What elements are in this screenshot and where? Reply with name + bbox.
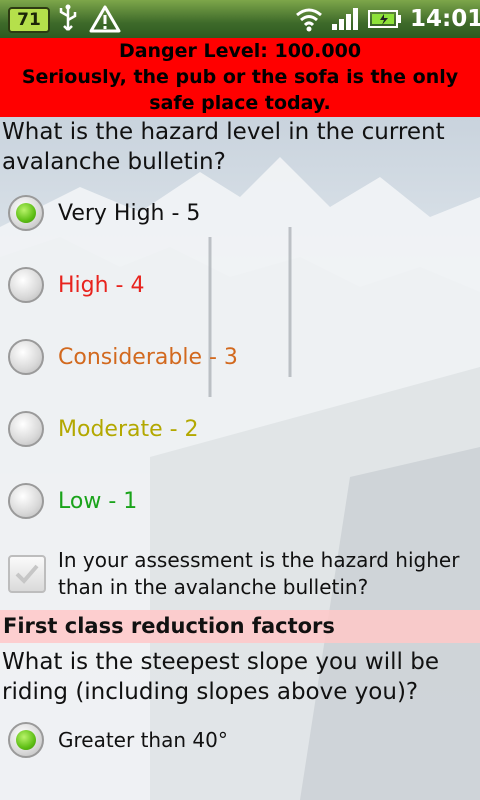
option-moderate-label: Moderate - 2 (58, 416, 199, 442)
hazard-higher-label: In your assessment is the hazard higher … (58, 548, 460, 599)
danger-title: Danger Level: 100.000 (118, 40, 362, 62)
clock: 14:01 (410, 6, 480, 32)
wifi-icon (296, 8, 322, 32)
radio-greater-than-40[interactable] (8, 722, 44, 758)
danger-banner: Danger Level: 100.000 Seriously, the pub… (0, 38, 480, 117)
option-greater-than-40[interactable]: Greater than 40° (8, 720, 228, 760)
option-low[interactable]: Low - 1 (8, 481, 137, 521)
section-header: First class reduction factors (0, 610, 480, 643)
danger-message: Seriously, the pub or the sofa is the on… (21, 66, 459, 114)
question-steepest-slope: What is the steepest slope you will be r… (2, 649, 439, 705)
option-low-label: Low - 1 (58, 488, 138, 514)
option-very-high-label: Very High - 5 (58, 200, 201, 226)
battery-level-badge: 71 (8, 7, 50, 33)
option-moderate[interactable]: Moderate - 2 (8, 409, 199, 449)
radio-very-high[interactable] (8, 195, 44, 231)
option-considerable-label: Considerable - 3 (58, 344, 238, 370)
content-area[interactable]: What is the hazard level in the current … (0, 117, 480, 800)
hazard-higher-checkbox[interactable] (8, 555, 46, 593)
status-bar: 71 14:01 (0, 0, 480, 38)
option-greater-than-40-label: Greater than 40° (58, 728, 228, 752)
option-high-label: High - 4 (58, 272, 145, 298)
radio-low[interactable] (8, 483, 44, 519)
option-very-high[interactable]: Very High - 5 (8, 193, 200, 233)
radio-high[interactable] (8, 267, 44, 303)
checkmark-icon (15, 564, 39, 584)
question-hazard-level: What is the hazard level in the current … (2, 119, 445, 175)
warning-icon (89, 5, 121, 33)
usb-icon (59, 4, 77, 31)
option-considerable[interactable]: Considerable - 3 (8, 337, 238, 377)
radio-considerable[interactable] (8, 339, 44, 375)
option-high[interactable]: High - 4 (8, 265, 145, 305)
radio-moderate[interactable] (8, 411, 44, 447)
battery-icon (368, 10, 401, 28)
signal-icon (332, 8, 358, 30)
